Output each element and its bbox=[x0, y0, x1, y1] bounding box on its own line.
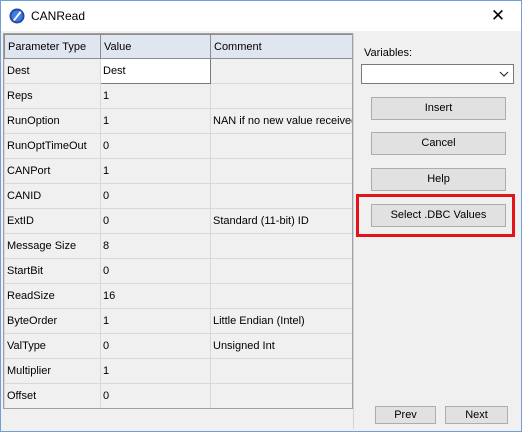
param-cell: CANPort bbox=[4, 158, 101, 184]
table-row: Offset 0 bbox=[4, 383, 352, 408]
value-cell-editor[interactable]: Dest bbox=[100, 58, 211, 84]
table-row: Reps 1 bbox=[4, 83, 352, 109]
column-header-value[interactable]: Value bbox=[100, 34, 211, 59]
param-cell: RunOptTimeOut bbox=[4, 133, 101, 159]
value-cell[interactable]: 1 bbox=[100, 308, 211, 334]
table-row: CANPort 1 bbox=[4, 158, 352, 184]
comment-cell: Standard (11-bit) ID bbox=[210, 208, 352, 234]
help-button[interactable]: Help bbox=[371, 168, 506, 191]
table-row: RunOption 1 NAN if no new value received bbox=[4, 108, 352, 134]
comment-cell bbox=[210, 258, 352, 284]
table-row: ExtID 0 Standard (11-bit) ID bbox=[4, 208, 352, 234]
comment-cell bbox=[210, 83, 352, 109]
window-title: CANRead bbox=[31, 9, 86, 23]
value-cell[interactable]: 0 bbox=[100, 383, 211, 408]
comment-cell bbox=[210, 158, 352, 184]
param-cell: ExtID bbox=[4, 208, 101, 234]
close-button[interactable]: ✕ bbox=[475, 1, 521, 31]
crnr-logo-icon bbox=[9, 8, 25, 24]
table-row: Multiplier 1 bbox=[4, 358, 352, 384]
param-cell: ReadSize bbox=[4, 283, 101, 309]
next-button[interactable]: Next bbox=[445, 406, 508, 424]
parameter-grid: Parameter Type Value Comment Dest Dest R… bbox=[3, 33, 353, 409]
value-cell[interactable]: 0 bbox=[100, 208, 211, 234]
panel-divider bbox=[353, 33, 354, 429]
param-cell: StartBit bbox=[4, 258, 101, 284]
param-cell: Offset bbox=[4, 383, 101, 408]
table-row: ByteOrder 1 Little Endian (Intel) bbox=[4, 308, 352, 334]
prev-button[interactable]: Prev bbox=[375, 406, 436, 424]
comment-cell bbox=[210, 183, 352, 209]
comment-cell: NAN if no new value received bbox=[210, 108, 352, 134]
value-cell[interactable]: 1 bbox=[100, 358, 211, 384]
variables-dropdown[interactable] bbox=[361, 64, 514, 84]
param-cell: Multiplier bbox=[4, 358, 101, 384]
insert-button[interactable]: Insert bbox=[371, 97, 506, 120]
value-cell[interactable]: 1 bbox=[100, 83, 211, 109]
table-row: Message Size 8 bbox=[4, 233, 352, 259]
table-header-row: Parameter Type Value Comment bbox=[4, 34, 352, 59]
column-header-comment[interactable]: Comment bbox=[210, 34, 352, 59]
table-row: RunOptTimeOut 0 bbox=[4, 133, 352, 159]
table-row: StartBit 0 bbox=[4, 258, 352, 284]
table-row: Dest Dest bbox=[4, 58, 352, 84]
title-bar: CANRead ✕ bbox=[1, 1, 521, 31]
value-cell[interactable]: 16 bbox=[100, 283, 211, 309]
comment-cell bbox=[210, 358, 352, 384]
canread-dialog: CANRead ✕ Parameter Type Value Comment D… bbox=[0, 0, 522, 432]
param-cell: ByteOrder bbox=[4, 308, 101, 334]
comment-cell bbox=[210, 133, 352, 159]
comment-cell bbox=[210, 233, 352, 259]
variables-label: Variables: bbox=[364, 47, 413, 59]
close-icon: ✕ bbox=[490, 6, 506, 25]
param-cell: Message Size bbox=[4, 233, 101, 259]
value-cell[interactable]: 1 bbox=[100, 108, 211, 134]
comment-cell bbox=[210, 58, 352, 84]
column-header-parameter-type[interactable]: Parameter Type bbox=[4, 34, 101, 59]
param-cell: RunOption bbox=[4, 108, 101, 134]
comment-cell: Unsigned Int bbox=[210, 333, 352, 359]
value-cell[interactable]: 1 bbox=[100, 158, 211, 184]
param-cell: ValType bbox=[4, 333, 101, 359]
table-row: ValType 0 Unsigned Int bbox=[4, 333, 352, 359]
param-cell: Dest bbox=[4, 58, 101, 84]
comment-cell bbox=[210, 383, 352, 408]
value-cell[interactable]: 0 bbox=[100, 258, 211, 284]
table-row: ReadSize 16 bbox=[4, 283, 352, 309]
comment-cell: Little Endian (Intel) bbox=[210, 308, 352, 334]
value-cell[interactable]: 0 bbox=[100, 333, 211, 359]
value-cell[interactable]: 0 bbox=[100, 183, 211, 209]
param-cell: Reps bbox=[4, 83, 101, 109]
param-cell: CANID bbox=[4, 183, 101, 209]
cancel-button[interactable]: Cancel bbox=[371, 132, 506, 155]
parameter-table: Parameter Type Value Comment Dest Dest R… bbox=[4, 34, 352, 408]
value-cell[interactable]: 8 bbox=[100, 233, 211, 259]
comment-cell bbox=[210, 283, 352, 309]
table-row: CANID 0 bbox=[4, 183, 352, 209]
chevron-down-icon bbox=[499, 71, 509, 77]
highlight-box bbox=[356, 194, 515, 237]
value-cell[interactable]: 0 bbox=[100, 133, 211, 159]
